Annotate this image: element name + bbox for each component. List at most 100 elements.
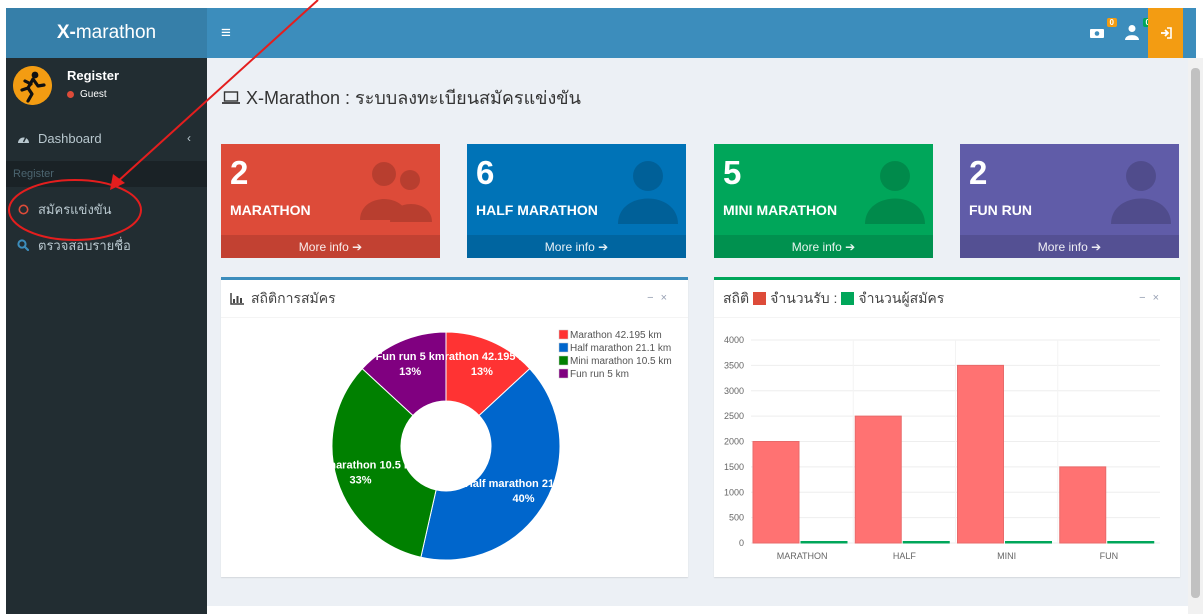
- window-top-edge: [0, 0, 1203, 8]
- bar-chart-icon: [230, 292, 244, 305]
- chevron-left-icon: ‹: [187, 131, 191, 145]
- brand-bold: X-: [56, 22, 76, 43]
- legend-label-applicants: จำนวนผู้สมัคร: [858, 289, 945, 306]
- stat-box-fun-run: 2 FUN RUN More info ➔: [960, 144, 1179, 258]
- sidebar: X-marathon Register Guest Dashboard ‹ Re…: [6, 8, 207, 614]
- close-icon[interactable]: ×: [1153, 292, 1166, 304]
- bar: [957, 364, 1004, 544]
- pie-percent-label: 13%: [471, 366, 493, 378]
- user-icon[interactable]: 0: [1125, 18, 1153, 44]
- stat-label: HALF MARATHON: [476, 202, 598, 218]
- box-tools: −×: [1139, 292, 1166, 304]
- sidebar-item-label: สมัครแข่งขัน: [38, 201, 112, 217]
- more-info-link[interactable]: More info ➔: [960, 235, 1179, 258]
- legend-swatch: [558, 342, 569, 353]
- more-info-label: More info: [298, 239, 349, 254]
- menu-toggle-icon[interactable]: ≡: [221, 23, 231, 43]
- x-tick-label: FUN: [1100, 551, 1119, 561]
- more-info-label: More info: [791, 239, 842, 254]
- stat-label: MARATHON: [230, 202, 311, 218]
- pie-slice-label: Mini marathon 10.5 km: [301, 460, 420, 472]
- scrollbar[interactable]: [1188, 58, 1203, 614]
- x-tick-label: MINI: [997, 551, 1016, 561]
- more-info-label: More info: [1037, 239, 1088, 254]
- pie-slice-label: Half marathon 21.1 km: [465, 478, 583, 490]
- legend-label: Fun run 5 km: [570, 369, 629, 380]
- bar-chart: 0 500 1000 1500 2000 2500 3000 3500 4000 MARATHON…: [724, 335, 1160, 561]
- sidebar-item-check-list[interactable]: ตรวจสอบรายชื่อ: [6, 227, 207, 263]
- more-info-label: More info: [544, 239, 595, 254]
- sign-out-button[interactable]: [1148, 8, 1183, 58]
- pie-slice-label: Fun run 5 km: [376, 351, 445, 363]
- stat-label: FUN RUN: [969, 202, 1032, 218]
- page-title-text: X-Marathon : ระบบลงทะเบียนสมัครแข่งขัน: [246, 88, 581, 108]
- more-info-link[interactable]: More info ➔: [714, 235, 933, 258]
- y-tick-label: 500: [729, 513, 744, 523]
- close-icon[interactable]: ×: [661, 292, 674, 304]
- money-icon[interactable]: 0: [1089, 18, 1117, 44]
- brand-logo[interactable]: X-marathon: [6, 8, 207, 58]
- legend-swatch: [558, 368, 569, 379]
- legend-swatch-applicants: [841, 292, 855, 305]
- sidebar-item-label: ตรวจสอบรายชื่อ: [38, 237, 131, 253]
- bar: [854, 415, 902, 544]
- more-info-link[interactable]: More info ➔: [221, 235, 440, 258]
- stat-label: MINI MARATHON: [723, 202, 838, 218]
- sidebar-item-label: Dashboard: [38, 130, 102, 146]
- capacity-stats-box: สถิติ จำนวนรับ : จำนวนผู้สมัคร −× 0 500 10…: [714, 277, 1180, 577]
- pie-percent-label: 13%: [399, 366, 421, 378]
- y-tick-label: 2000: [724, 437, 744, 447]
- x-tick-label: MARATHON: [777, 551, 828, 561]
- scrollbar-thumb[interactable]: [1191, 68, 1200, 598]
- sidebar-item-register[interactable]: สมัครแข่งขัน: [6, 191, 207, 227]
- y-tick-label: 1000: [724, 487, 744, 497]
- bar: [902, 541, 950, 544]
- bar: [1059, 466, 1107, 544]
- legend-swatch: [558, 329, 569, 340]
- stat-count: 2: [969, 154, 988, 191]
- more-info-link[interactable]: More info ➔: [467, 235, 686, 258]
- y-tick-label: 3000: [724, 386, 744, 396]
- notification-badge: 0: [1106, 18, 1117, 27]
- users-icon: [360, 158, 432, 227]
- stat-box-half-marathon: 6 HALF MARATHON More info ➔: [467, 144, 686, 258]
- legend-swatch-capacity: [753, 292, 767, 305]
- status-dot-icon: [67, 91, 74, 98]
- stat-box-mini-marathon: 5 MINI MARATHON More info ➔: [714, 144, 933, 258]
- y-tick-label: 2500: [724, 411, 744, 421]
- dashboard-icon: [14, 133, 32, 144]
- bar: [1005, 541, 1052, 544]
- bar: [1107, 541, 1155, 544]
- user-icon: [1111, 158, 1171, 229]
- legend-label-capacity: จำนวนรับ :: [770, 289, 838, 306]
- user-status: Guest: [67, 89, 119, 100]
- user-icon: [618, 158, 678, 229]
- y-tick-label: 4000: [724, 335, 744, 345]
- brand-rest: marathon: [75, 22, 157, 43]
- y-tick-label: 0: [739, 538, 744, 548]
- legend-swatch: [558, 355, 569, 366]
- legend-label: Half marathon 21.1 km: [570, 343, 671, 354]
- box-header: สถิติการสมัคร −×: [221, 280, 688, 318]
- content-area: X-Marathon : ระบบลงทะเบียนสมัครแข่งขัน 2…: [207, 58, 1188, 606]
- box-title: สถิติ: [723, 289, 750, 306]
- bar: [800, 541, 848, 544]
- circle-outline-icon: [14, 204, 32, 215]
- pie-percent-label: 33%: [350, 475, 372, 487]
- legend-label: Mini marathon 10.5 km: [570, 356, 672, 367]
- stat-count: 5: [723, 154, 742, 191]
- registration-stats-box: สถิติการสมัคร −× Marathon 42.195 km 13% Ha…: [221, 277, 688, 577]
- user-name: Register: [67, 68, 120, 83]
- stat-box-marathon: 2 MARATHON More info ➔: [221, 144, 440, 258]
- sign-in-icon: [1160, 27, 1172, 39]
- y-tick-label: 1500: [724, 462, 744, 472]
- legend-label: Marathon 42.195 km: [570, 330, 662, 341]
- user-panel: Register Guest: [6, 58, 207, 118]
- collapse-icon[interactable]: −: [647, 292, 660, 304]
- sidebar-item-dashboard[interactable]: Dashboard ‹: [6, 120, 207, 156]
- box-header: สถิติ จำนวนรับ : จำนวนผู้สมัคร −×: [714, 280, 1180, 318]
- sidebar-section-header: Register: [6, 161, 207, 187]
- avatar: [13, 66, 52, 105]
- user-status-label: Guest: [80, 89, 107, 100]
- collapse-icon[interactable]: −: [1139, 292, 1152, 304]
